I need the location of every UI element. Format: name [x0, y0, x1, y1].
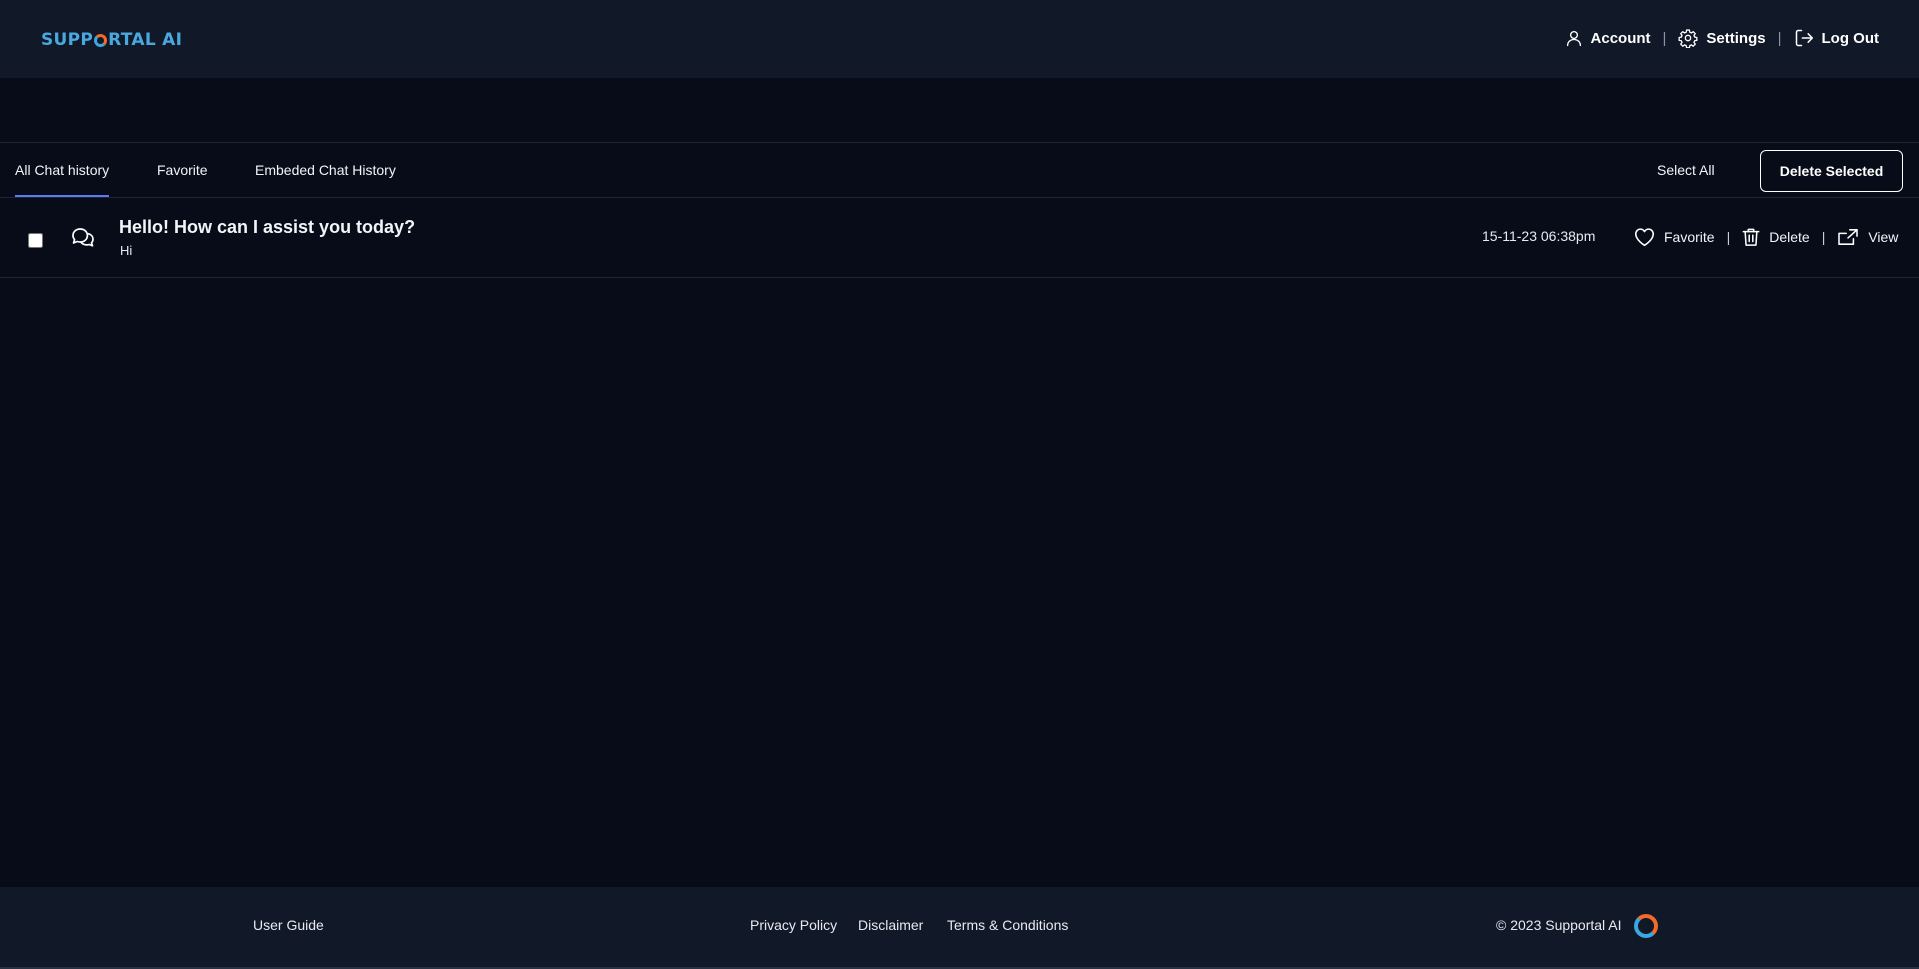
delete-button[interactable]: Delete	[1742, 227, 1810, 247]
logo-text-suffix: RTAL AI	[108, 30, 183, 50]
tab-embeded-chat-history[interactable]: Embeded Chat History	[255, 143, 396, 197]
settings-label: Settings	[1706, 29, 1766, 47]
chat-row-actions: Favorite | Delete | View	[1634, 225, 1898, 249]
chat-list-item[interactable]: Hello! How can I assist you today? Hi 15…	[0, 198, 1919, 278]
trash-icon	[1742, 227, 1760, 247]
footer-copyright: © 2023 Supportal AI	[1496, 917, 1622, 933]
view-label: View	[1868, 229, 1899, 245]
supportal-logo-icon	[1634, 914, 1658, 938]
page-footer: User Guide Privacy Policy Disclaimer Ter…	[0, 887, 1919, 967]
chat-title[interactable]: Hello! How can I assist you today?	[119, 217, 415, 238]
settings-link[interactable]: Settings	[1678, 28, 1766, 48]
nav-separator: |	[1662, 29, 1667, 47]
chat-select-checkbox[interactable]	[28, 233, 43, 248]
user-icon	[1565, 29, 1583, 47]
chat-bubbles-icon	[71, 226, 95, 253]
tab-favorite[interactable]: Favorite	[157, 143, 208, 197]
chat-history-toolbar: All Chat history Favorite Embeded Chat H…	[0, 142, 1919, 198]
footer-terms-link[interactable]: Terms & Conditions	[947, 917, 1068, 933]
chat-preview: Hi	[120, 243, 133, 258]
tab-all-chat-history[interactable]: All Chat history	[15, 143, 110, 197]
footer-user-guide-link[interactable]: User Guide	[253, 917, 324, 933]
favorite-button[interactable]: Favorite	[1634, 227, 1715, 247]
heart-icon	[1634, 227, 1655, 247]
header-nav: Account | Settings | Log Out	[1565, 25, 1879, 51]
select-all-button[interactable]: Select All	[1657, 143, 1715, 197]
account-label: Account	[1590, 29, 1651, 47]
logout-icon	[1794, 28, 1814, 48]
logout-link[interactable]: Log Out	[1794, 28, 1879, 48]
gear-icon	[1678, 28, 1698, 48]
logo-text-prefix: SUPP	[41, 30, 94, 50]
chat-timestamp: 15-11-23 06:38pm	[1482, 228, 1596, 244]
logout-label: Log Out	[1821, 29, 1879, 47]
logo-o-ring-icon	[94, 33, 108, 47]
account-link[interactable]: Account	[1565, 29, 1651, 47]
delete-selected-button[interactable]: Delete Selected	[1760, 150, 1903, 192]
nav-separator: |	[1777, 29, 1782, 47]
supportal-logo[interactable]: SUPP RTAL AI	[41, 28, 182, 52]
footer-privacy-policy-link[interactable]: Privacy Policy	[750, 917, 837, 933]
action-separator: |	[1726, 229, 1731, 245]
action-separator: |	[1821, 229, 1826, 245]
share-icon	[1837, 228, 1859, 246]
favorite-label: Favorite	[1664, 229, 1715, 245]
view-button[interactable]: View	[1837, 228, 1898, 246]
delete-label: Delete	[1769, 229, 1810, 245]
top-header: SUPP RTAL AI Account | Settings | Log Ou…	[0, 0, 1919, 78]
footer-disclaimer-link[interactable]: Disclaimer	[858, 917, 923, 933]
